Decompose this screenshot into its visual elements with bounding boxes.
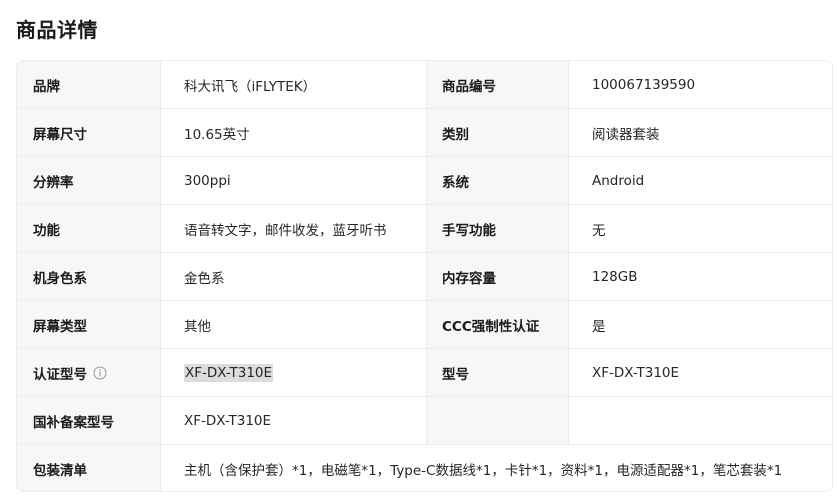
spec-label: 内存容量 — [426, 253, 568, 301]
spec-value: 阅读器套装 — [568, 109, 832, 157]
table-row: 认证型号 XF-DX-T310E 型号 XF-DX-T310E — [17, 349, 832, 397]
spec-value: 10.65英寸 — [160, 109, 426, 157]
spec-value-cell: XF-DX-T310E — [160, 349, 426, 397]
spec-label: 系统 — [426, 157, 568, 205]
table-row: 功能 语音转文字，邮件收发，蓝牙听书 手写功能 无 — [17, 205, 832, 253]
spec-label: 类别 — [426, 109, 568, 157]
column-divider — [426, 61, 427, 445]
spec-value: Android — [568, 157, 832, 205]
spec-label-empty — [426, 397, 568, 445]
spec-value: 无 — [568, 205, 832, 253]
spec-label: 商品编号 — [426, 61, 568, 109]
spec-value: 100067139590 — [568, 61, 832, 109]
spec-label: 国补备案型号 — [17, 397, 160, 445]
spec-value-empty — [568, 397, 832, 445]
table-row: 品牌 科大讯飞（iFLYTEK） 商品编号 100067139590 — [17, 61, 832, 109]
table-row: 机身色系 金色系 内存容量 128GB — [17, 253, 832, 301]
spec-value: 其他 — [160, 301, 426, 349]
page-title: 商品详情 — [16, 18, 98, 42]
spec-value: XF-DX-T310E — [160, 397, 426, 445]
spec-label: 品牌 — [17, 61, 160, 109]
spec-value: XF-DX-T310E — [568, 349, 832, 397]
spec-value-selected: XF-DX-T310E — [184, 364, 274, 382]
table-row: 包装清单 主机（含保护套）*1，电磁笔*1，Type-C数据线*1，卡针*1，资… — [17, 445, 832, 491]
spec-value: 300ppi — [160, 157, 426, 205]
spec-value: 科大讯飞（iFLYTEK） — [160, 61, 426, 109]
spec-label: 认证型号 — [33, 367, 87, 383]
spec-value: 金色系 — [160, 253, 426, 301]
spec-table: 品牌 科大讯飞（iFLYTEK） 商品编号 100067139590 屏幕尺寸 … — [16, 60, 833, 492]
spec-label: 型号 — [426, 349, 568, 397]
spec-label: CCC强制性认证 — [426, 301, 568, 349]
spec-label-cert-model: 认证型号 — [17, 349, 160, 397]
table-row: 屏幕尺寸 10.65英寸 类别 阅读器套装 — [17, 109, 832, 157]
table-row: 分辨率 300ppi 系统 Android — [17, 157, 832, 205]
spec-value: 是 — [568, 301, 832, 349]
info-icon[interactable] — [93, 366, 107, 380]
column-divider — [568, 61, 569, 445]
spec-value: 主机（含保护套）*1，电磁笔*1，Type-C数据线*1，卡针*1，资料*1，电… — [160, 445, 832, 491]
spec-label: 分辨率 — [17, 157, 160, 205]
spec-label: 机身色系 — [17, 253, 160, 301]
column-divider — [160, 61, 161, 491]
table-row: 屏幕类型 其他 CCC强制性认证 是 — [17, 301, 832, 349]
spec-label: 屏幕尺寸 — [17, 109, 160, 157]
spec-value: 128GB — [568, 253, 832, 301]
spec-label: 包装清单 — [17, 445, 160, 491]
spec-label: 屏幕类型 — [17, 301, 160, 349]
spec-label: 手写功能 — [426, 205, 568, 253]
table-row: 国补备案型号 XF-DX-T310E — [17, 397, 832, 445]
spec-label: 功能 — [17, 205, 160, 253]
spec-value: 语音转文字，邮件收发，蓝牙听书 — [160, 205, 426, 253]
